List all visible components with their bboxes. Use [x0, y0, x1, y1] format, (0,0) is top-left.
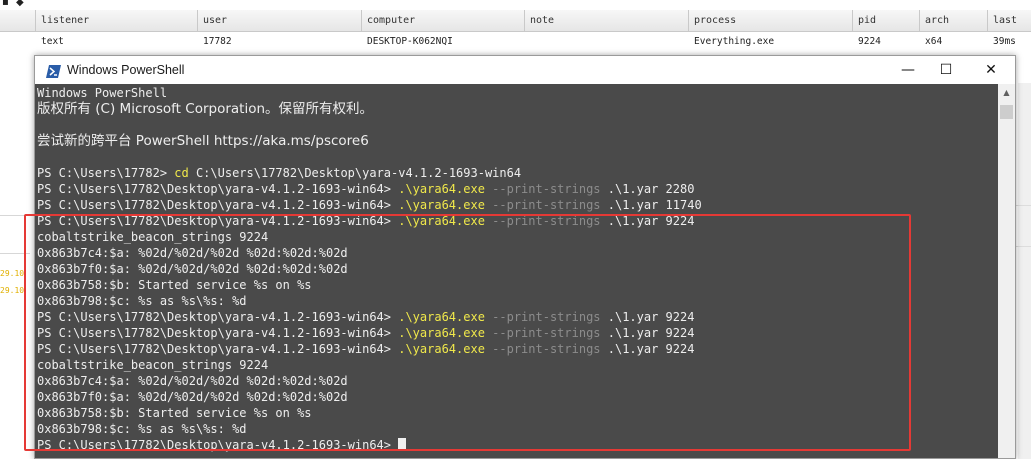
command-line: PS C:\Users\17782\Desktop\yara-v4.1.2-16… — [37, 325, 694, 341]
cell-arch: x64 — [925, 36, 943, 47]
prompt: PS C:\Users\17782\Desktop\yara-v4.1.2-16… — [37, 438, 399, 452]
cell-computer: DESKTOP-K062NQI — [367, 36, 453, 47]
column-header-computer[interactable]: computer — [362, 10, 525, 31]
output-line: cobaltstrike_beacon_strings 9224 — [37, 358, 269, 372]
cell-process: Everything.exe — [694, 36, 775, 47]
powershell-window[interactable]: Windows PowerShell — ☐ ✕ Windows PowerSh… — [34, 55, 1016, 459]
scroll-up-arrow-icon[interactable]: ▲ — [998, 84, 1015, 101]
window-title: Windows PowerShell — [67, 63, 185, 77]
command-parameter: --print-strings — [484, 326, 601, 340]
toolbar-icons[interactable]: ▪ ◆ — [2, 0, 26, 8]
column-header-note[interactable]: note — [525, 10, 689, 31]
column-header-listener[interactable]: listener — [36, 10, 198, 31]
console-line: 尝试新的跨平台 PowerShell https://aka.ms/pscore… — [37, 133, 369, 149]
command-name: .\yara64.exe — [398, 214, 485, 228]
command-parameter: --print-strings — [484, 198, 601, 212]
command-argument: .\1.yar — [600, 214, 659, 228]
command-name: .\yara64.exe — [398, 326, 485, 340]
divider — [1016, 246, 1031, 247]
command-parameter: --print-strings — [484, 310, 601, 324]
prompt: PS C:\Users\17782\Desktop\yara-v4.1.2-16… — [37, 310, 399, 324]
command-argument: .\1.yar — [600, 326, 659, 340]
cell-note — [525, 32, 689, 52]
column-header-arch[interactable]: arch — [920, 10, 988, 31]
output-line: 0x863b7f0:$a: %02d/%02d/%02d %02d:%02d:%… — [37, 262, 348, 276]
command-name: cd — [174, 166, 189, 180]
output-line: 0x863b758:$b: Started service %s on %s — [37, 278, 312, 292]
command-name: .\yara64.exe — [398, 182, 485, 196]
column-header-pid[interactable]: pid — [853, 10, 920, 31]
table-header: listener user computer note process pid … — [0, 10, 1031, 32]
command-argument: .\1.yar — [600, 182, 659, 196]
command-argument: C:\Users\17782\Desktop\yara-v4.1.2-1693-… — [188, 166, 522, 180]
command-name: .\yara64.exe — [398, 342, 485, 356]
column-header-user[interactable]: user — [198, 10, 362, 31]
column-header-last[interactable]: last — [988, 10, 1031, 31]
side-label: 29.10 — [0, 269, 25, 278]
command-line-cd: PS C:\Users\17782> cd C:\Users\17782\Des… — [37, 165, 521, 181]
output-line: 0x863b758:$b: Started service %s on %s — [37, 406, 312, 420]
command-pid: 9224 — [658, 326, 695, 340]
command-line: PS C:\Users\17782\Desktop\yara-v4.1.2-16… — [37, 341, 694, 357]
divider — [1016, 205, 1031, 206]
divider — [0, 215, 30, 216]
command-line: PS C:\Users\17782\Desktop\yara-v4.1.2-16… — [37, 197, 702, 213]
output-line: cobaltstrike_beacon_strings 9224 — [37, 230, 269, 244]
output-line: 0x863b7c4:$a: %02d/%02d/%02d %02d:%02d:%… — [37, 374, 348, 388]
cell-last: 39ms — [993, 36, 1016, 47]
command-line: PS C:\Users\17782\Desktop\yara-v4.1.2-16… — [37, 181, 694, 197]
prompt: PS C:\Users\17782\Desktop\yara-v4.1.2-16… — [37, 214, 399, 228]
prompt: PS C:\Users\17782> — [37, 166, 175, 180]
command-argument: .\1.yar — [600, 310, 659, 324]
output-line: 0x863b798:$c: %s as %s\%s: %d — [37, 422, 247, 436]
command-pid: 9224 — [658, 214, 695, 228]
command-line: PS C:\Users\17782\Desktop\yara-v4.1.2-16… — [37, 213, 694, 229]
current-prompt-line[interactable]: PS C:\Users\17782\Desktop\yara-v4.1.2-16… — [37, 437, 407, 453]
prompt: PS C:\Users\17782\Desktop\yara-v4.1.2-16… — [37, 326, 399, 340]
background-scroll-area — [1018, 83, 1031, 459]
command-pid: 9224 — [658, 342, 695, 356]
command-parameter: --print-strings — [484, 182, 601, 196]
background-toolbar: ▪ ◆ — [0, 0, 1031, 10]
prompt: PS C:\Users\17782\Desktop\yara-v4.1.2-16… — [37, 342, 399, 356]
divider — [0, 253, 30, 254]
close-button[interactable]: ✕ — [968, 56, 1014, 84]
output-line: 0x863b7f0:$a: %02d/%02d/%02d %02d:%02d:%… — [37, 390, 348, 404]
command-parameter: --print-strings — [484, 214, 601, 228]
command-pid: 9224 — [658, 310, 695, 324]
powershell-icon — [46, 63, 61, 78]
scroll-thumb[interactable] — [1000, 105, 1013, 119]
command-name: .\yara64.exe — [398, 310, 485, 324]
command-line: PS C:\Users\17782\Desktop\yara-v4.1.2-16… — [37, 309, 694, 325]
command-argument: .\1.yar — [600, 198, 659, 212]
cell-pid: 9224 — [858, 36, 881, 47]
table-row[interactable]: text 17782 DESKTOP-K062NQI Everything.ex… — [0, 32, 1031, 52]
command-pid: 11740 — [658, 198, 702, 212]
console-line: 版权所有 (C) Microsoft Corporation。保留所有权利。 — [37, 101, 374, 117]
console-line: Windows PowerShell — [37, 86, 168, 100]
title-bar[interactable]: Windows PowerShell — ☐ ✕ — [35, 56, 1015, 84]
maximize-button[interactable]: ☐ — [923, 56, 969, 84]
output-line: 0x863b7c4:$a: %02d/%02d/%02d %02d:%02d:%… — [37, 246, 348, 260]
cell-user: 17782 — [203, 36, 232, 47]
command-argument: .\1.yar — [600, 342, 659, 356]
prompt: PS C:\Users\17782\Desktop\yara-v4.1.2-16… — [37, 198, 399, 212]
column-header-process[interactable]: process — [689, 10, 853, 31]
command-name: .\yara64.exe — [398, 198, 485, 212]
output-line: 0x863b798:$c: %s as %s\%s: %d — [37, 294, 247, 308]
text-cursor — [398, 438, 407, 451]
column-header-blank — [0, 10, 36, 31]
command-parameter: --print-strings — [484, 342, 601, 356]
prompt: PS C:\Users\17782\Desktop\yara-v4.1.2-16… — [37, 182, 399, 196]
side-label: 29.10 — [0, 286, 25, 295]
cell-listener: text — [41, 36, 64, 47]
command-pid: 2280 — [658, 182, 695, 196]
vertical-scrollbar[interactable]: ▲ — [998, 84, 1015, 458]
console-output[interactable]: Windows PowerShell 版权所有 (C) Microsoft Co… — [35, 84, 998, 458]
